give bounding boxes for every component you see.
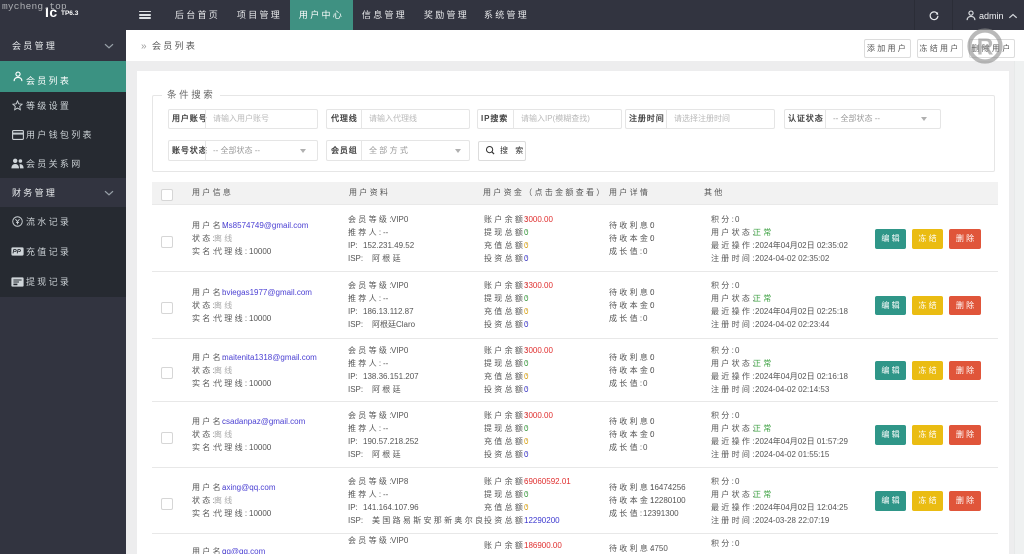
svg-text:R: R <box>977 34 994 60</box>
